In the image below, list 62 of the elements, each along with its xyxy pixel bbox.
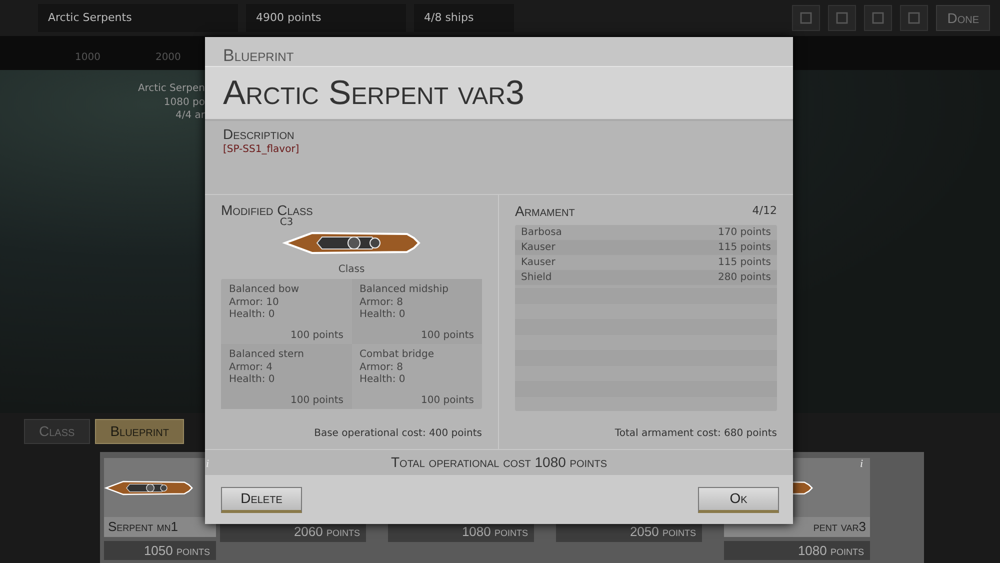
weapon-points: 115 points [718, 256, 771, 270]
tab[interactable]: Class [24, 419, 90, 444]
ruler-tick-label: 1000 [75, 51, 100, 65]
document-button[interactable] [792, 5, 820, 31]
part-name: Balanced bow [229, 284, 300, 297]
part-points: 100 points [420, 394, 474, 408]
ruler-tick-label: 2000 [155, 51, 181, 65]
part-armor: Armor: 10 [229, 296, 280, 309]
armament-row[interactable]: Barbosa 170 points [515, 225, 777, 240]
section-heading: Modified Class [221, 202, 314, 218]
section-heading: Description [223, 126, 296, 142]
armament-row[interactable]: Shield 280 points [515, 270, 777, 286]
base-cost-text: Base operational cost: 400 points [313, 427, 482, 441]
ship-points: 2050 points [556, 522, 702, 542]
points-field: 4900 points [246, 4, 406, 32]
copy-button[interactable] [900, 5, 928, 31]
ships-field: 4/8 ships [414, 4, 514, 32]
weapon-points: 115 points [718, 241, 771, 256]
ship-points: 1080 points [724, 540, 870, 560]
part-health: Health: 0 [229, 309, 276, 322]
section-heading: Armament [515, 204, 575, 220]
part-health: Health: 0 [360, 374, 406, 387]
weapon-name: Shield [521, 271, 552, 286]
part-health: Health: 0 [229, 374, 276, 387]
part-name: Balanced stern [229, 349, 305, 362]
ship-name: Serpent mn1 [104, 517, 216, 536]
class-label: Class [337, 263, 366, 278]
armament-row[interactable]: Kauser 115 points [515, 255, 777, 270]
dialog-title: Arctic Serpent var3 [205, 66, 793, 121]
part-points: 100 points [290, 394, 344, 408]
unit-label: 4/4 ar [174, 109, 205, 122]
part-points: 100 points [420, 330, 474, 342]
ship-points: 1080 points [388, 522, 534, 542]
weapon-points: 280 points [718, 271, 771, 286]
delete-button[interactable]: Delete [221, 486, 302, 512]
part-points: 100 points [290, 330, 344, 342]
weapon-name: Kauser [521, 241, 556, 256]
armament-cost-text: Total armament cost: 680 points [614, 427, 777, 441]
description-text: [SP-SS1_flavor] [223, 143, 300, 158]
weapon-name: Kauser [521, 256, 556, 270]
scissors-button[interactable] [828, 5, 856, 31]
fleet-name-field[interactable]: Arctic Serpents [38, 4, 238, 32]
weapon-name: Barbosa [521, 226, 562, 240]
part-name: Combat bridge [360, 349, 436, 362]
info-icon[interactable]: i [858, 459, 865, 470]
save-button[interactable] [864, 5, 892, 31]
ok-button[interactable]: Ok [698, 486, 779, 512]
armament-count: 4/12 [752, 202, 777, 219]
ship-points: 1050 points [104, 540, 216, 560]
part-name: Balanced midship [360, 284, 450, 297]
part-armor: Armor: 8 [360, 362, 404, 374]
class-code: C3 [278, 218, 294, 228]
part-armor: Armor: 8 [360, 296, 404, 309]
part-health: Health: 0 [360, 309, 406, 322]
unit-label: 1080 po [162, 96, 205, 109]
unit-label: Arctic Serpen [136, 82, 205, 96]
tab[interactable]: Blueprint [95, 419, 184, 444]
armament-row[interactable]: Kauser 115 points [515, 240, 777, 256]
part-armor: Armor: 4 [229, 362, 274, 374]
done-button[interactable]: Done [936, 5, 990, 31]
ship-points: 2060 points [220, 522, 366, 542]
weapon-points: 170 points [718, 226, 771, 240]
